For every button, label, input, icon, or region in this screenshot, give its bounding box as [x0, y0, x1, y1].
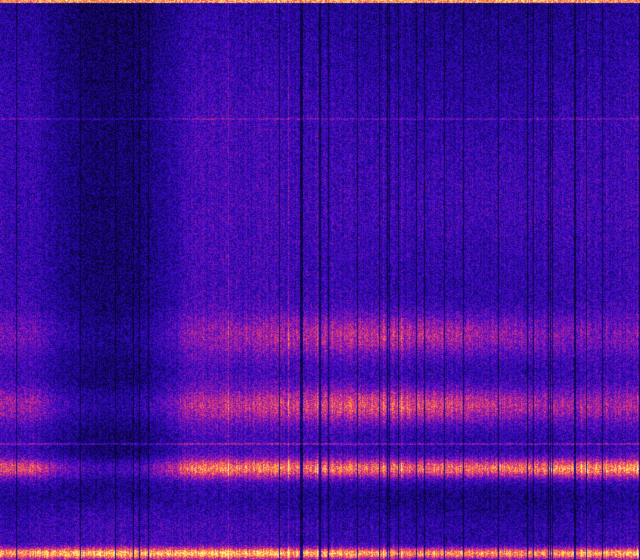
spectrogram-image — [0, 0, 640, 560]
spectrogram-view — [0, 0, 640, 560]
